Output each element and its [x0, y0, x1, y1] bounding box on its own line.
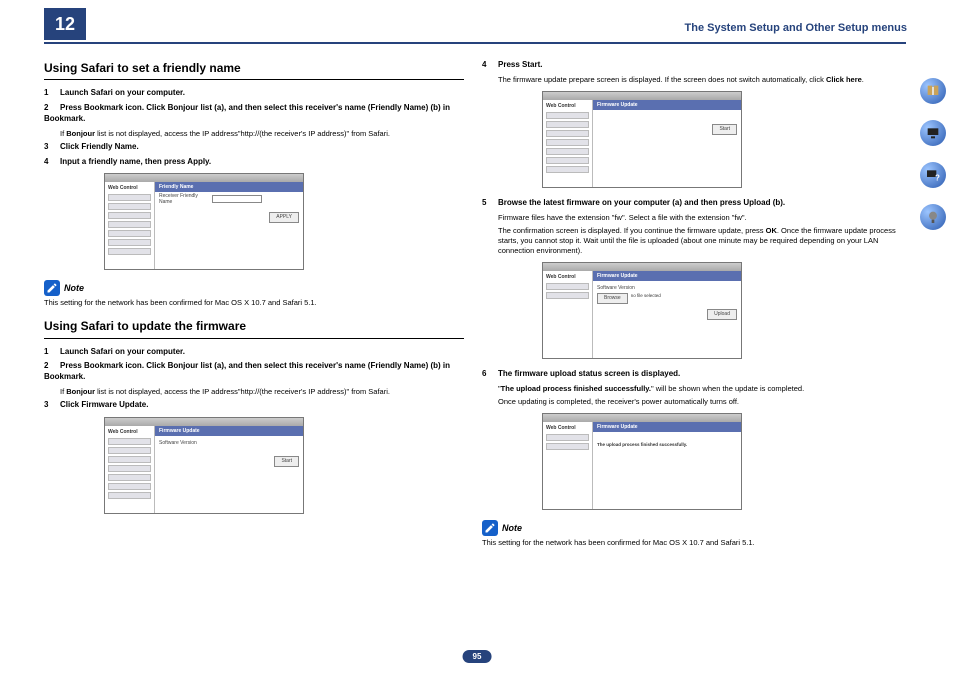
step-r-4-sub: The firmware update prepare screen is di…: [498, 75, 902, 85]
figure-firmware-update-1: Web Control Firmware Update Software Ver…: [104, 417, 464, 514]
step-1-4: 4Input a friendly name, then press Apply…: [44, 157, 464, 168]
figure-firmware-update-2: Web Control Firmware Update Start: [542, 91, 902, 188]
left-column: Using Safari to set a friendly name 1Lau…: [44, 60, 464, 558]
help-icon[interactable]: ?: [920, 162, 946, 188]
note-icon: [482, 520, 498, 536]
step-2-2-sub: If Bonjour list is not displayed, access…: [60, 387, 464, 397]
step-1-1: 1Launch Safari on your computer.: [44, 88, 464, 99]
page-header-title: The System Setup and Other Setup menus: [685, 22, 908, 34]
step-2-2: 2Press Bookmark icon. Click Bonjour list…: [44, 361, 464, 383]
step-r-5-sub1: Firmware files have the extension "fw". …: [498, 213, 902, 223]
step-1-2: 2Press Bookmark icon. Click Bonjour list…: [44, 103, 464, 125]
step-1-3: 3Click Friendly Name.: [44, 142, 464, 153]
page-number: 95: [463, 650, 492, 663]
figure-firmware-upload: Web Control Firmware Update Software Ver…: [542, 262, 902, 359]
side-nav-icons: ?: [920, 78, 946, 230]
section-2-title: Using Safari to update the firmware: [44, 318, 464, 338]
step-r-5-sub2: The confirmation screen is displayed. If…: [498, 226, 902, 256]
step-1-2-sub: If Bonjour list is not displayed, access…: [60, 129, 464, 139]
header-rule: [44, 42, 906, 44]
figure-firmware-success: Web Control Firmware Update The upload p…: [542, 413, 902, 510]
book-icon[interactable]: [920, 78, 946, 104]
right-column: 4Press Start. The firmware update prepar…: [482, 60, 902, 558]
note-1-text: This setting for the network has been co…: [44, 298, 464, 308]
note-2-text: This setting for the network has been co…: [482, 538, 902, 548]
chapter-number: 12: [44, 8, 86, 40]
step-r-4: 4Press Start.: [482, 60, 902, 71]
apply-button: APPLY: [269, 212, 299, 223]
upload-button: Upload: [707, 309, 737, 320]
start-button: Start: [274, 456, 299, 467]
equipment-icon[interactable]: [920, 120, 946, 146]
globe-icon[interactable]: [920, 204, 946, 230]
step-r-6-sub1: "The upload process finished successfull…: [498, 384, 902, 394]
svg-text:?: ?: [935, 173, 940, 182]
note-icon: [44, 280, 60, 296]
step-r-6: 6The firmware upload status screen is di…: [482, 369, 902, 380]
step-2-3: 3Click Firmware Update.: [44, 400, 464, 411]
step-r-6-sub2: Once updating is completed, the receiver…: [498, 397, 902, 407]
step-2-1: 1Launch Safari on your computer.: [44, 347, 464, 358]
section-1-title: Using Safari to set a friendly name: [44, 60, 464, 80]
content-columns: Using Safari to set a friendly name 1Lau…: [44, 60, 906, 558]
note-2: Note: [482, 520, 902, 536]
step-r-5: 5Browse the latest firmware on your comp…: [482, 198, 902, 209]
start-button-2: Start: [712, 124, 737, 135]
figure-friendly-name: Web Control Friendly Name Receiver Frien…: [104, 173, 464, 270]
note-1: Note: [44, 280, 464, 296]
